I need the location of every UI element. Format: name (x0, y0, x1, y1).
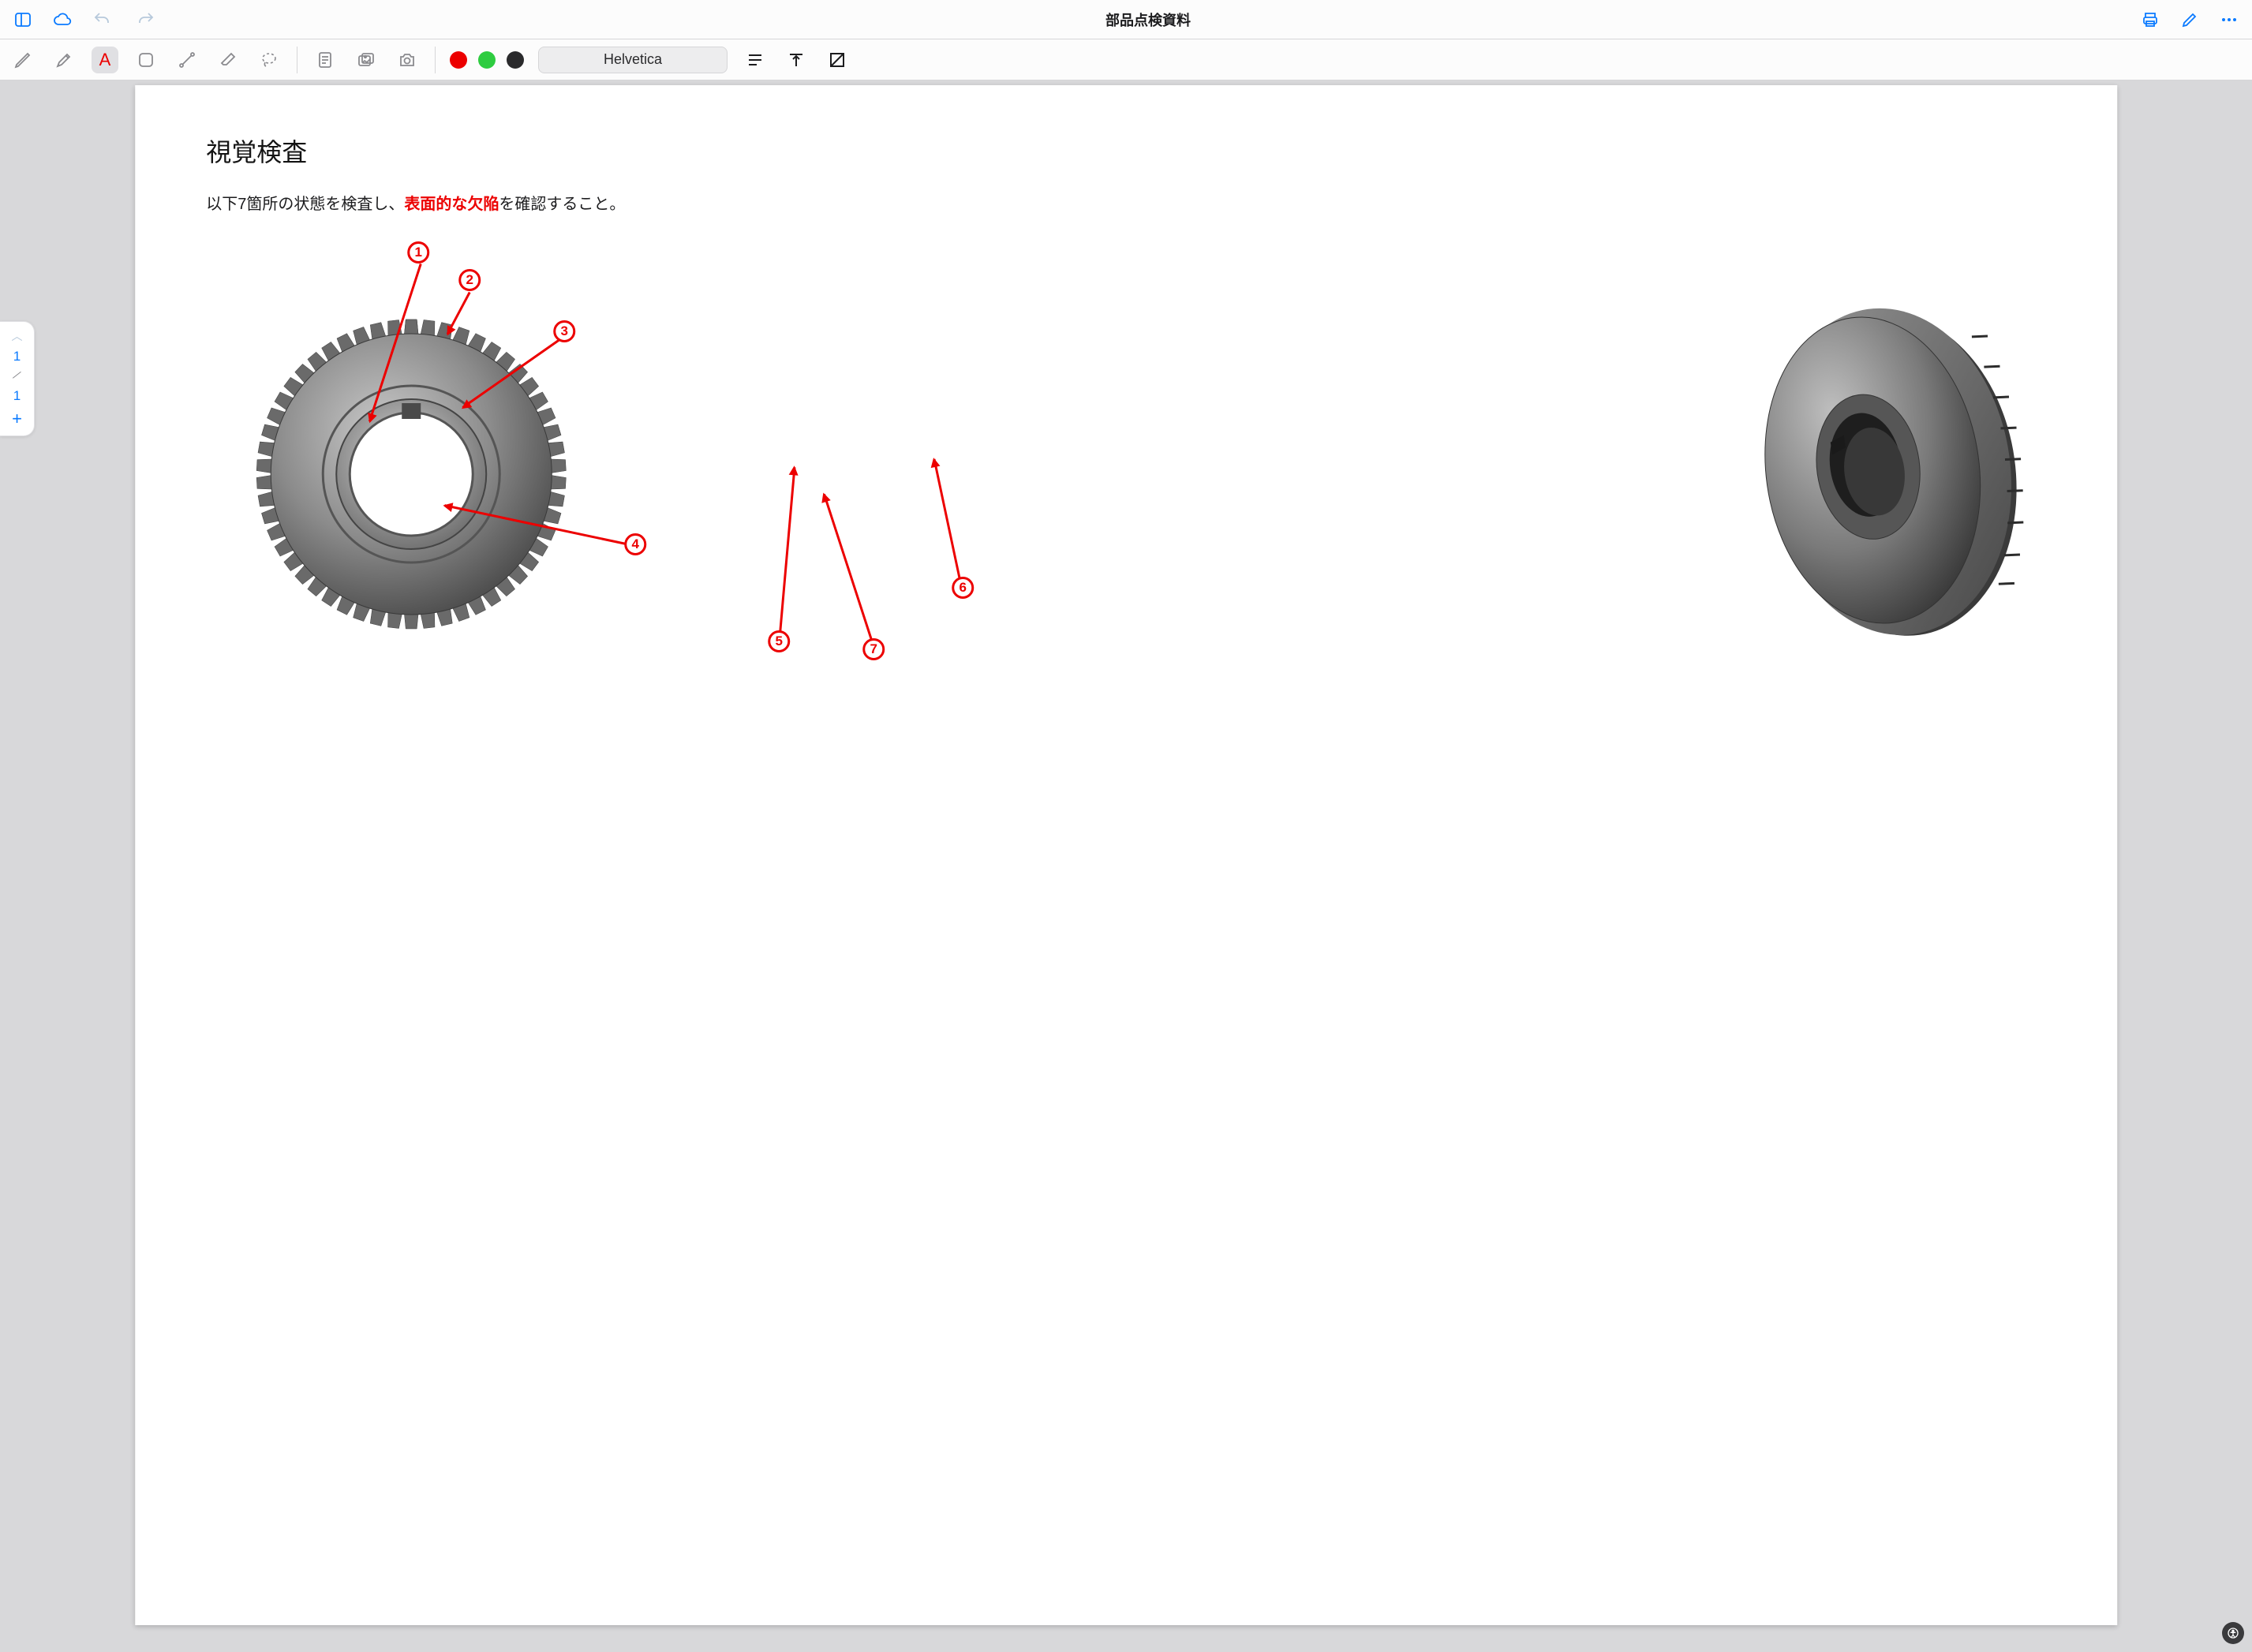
page-add-icon[interactable]: + (12, 409, 22, 429)
section-heading: 視覚検査 (206, 133, 2046, 169)
page-navigator: ︿ 1 ∕ 1 + (0, 321, 35, 436)
more-icon[interactable] (2217, 8, 2241, 32)
page-canvas[interactable]: 視覚検査 以下7箇所の状態を検査し、表面的な欠陥を確認すること。 (135, 85, 2117, 1625)
highlighter-tool-icon[interactable] (51, 47, 77, 73)
callout-6-line (933, 459, 962, 583)
color-swatch-red[interactable] (450, 51, 467, 69)
titlebar-left (11, 8, 158, 32)
color-swatches (450, 51, 524, 69)
callout-4: 4 (624, 533, 646, 555)
titlebar-right (2138, 8, 2241, 32)
section-text: 以下7箇所の状態を検査し、表面的な欠陥を確認すること。 (206, 191, 2046, 214)
page-current: 1 (13, 349, 21, 364)
align-top-icon[interactable] (783, 47, 810, 73)
font-selector[interactable]: Helvetica (538, 47, 728, 73)
callout-7: 7 (862, 638, 885, 660)
note-tool-icon[interactable] (312, 47, 339, 73)
text-tool[interactable]: A (92, 47, 118, 73)
lasso-tool-icon[interactable] (256, 47, 282, 73)
sidebar-toggle-icon[interactable] (11, 8, 35, 32)
callout-1: 1 (407, 241, 429, 263)
insert-tools (312, 47, 421, 73)
toolbar: A (0, 39, 2252, 80)
undo-icon[interactable] (90, 8, 114, 32)
align-tools (742, 47, 851, 73)
figure-area: 1 2 3 4 5 6 7 (206, 237, 2046, 679)
camera-tool-icon[interactable] (394, 47, 421, 73)
paragraph-align-icon[interactable] (742, 47, 769, 73)
gear-angled-image (1738, 285, 2030, 656)
work-area[interactable]: ︿ 1 ∕ 1 + 視覚検査 以下7箇所の状態を検査し、表面的な欠陥を確認するこ… (0, 80, 2252, 1652)
titlebar: 部品点検資料 (0, 0, 2252, 39)
eraser-tool-icon[interactable] (215, 47, 241, 73)
print-icon[interactable] (2138, 8, 2162, 32)
color-swatch-dark[interactable] (507, 51, 524, 69)
pen-tool-icon[interactable] (9, 47, 36, 73)
callout-2: 2 (458, 269, 481, 291)
color-swatch-green[interactable] (478, 51, 496, 69)
cloud-icon[interactable] (51, 8, 74, 32)
line-tool-icon[interactable] (174, 47, 200, 73)
image-tool-icon[interactable] (353, 47, 380, 73)
shape-tool-icon[interactable] (133, 47, 159, 73)
text-pre: 以下7箇所の状態を検査し、 (206, 196, 404, 213)
redo-icon[interactable] (134, 8, 158, 32)
callout-5-line (779, 467, 796, 636)
callout-3: 3 (553, 320, 575, 342)
toolbar-divider-2 (435, 47, 436, 73)
page-prev-icon[interactable]: ︿ (12, 328, 23, 344)
font-name: Helvetica (604, 51, 662, 68)
draw-tools: A (9, 47, 282, 73)
accessibility-corner-icon[interactable] (2222, 1622, 2244, 1644)
callout-7-line (823, 494, 874, 645)
no-border-icon[interactable] (824, 47, 851, 73)
edit-icon[interactable] (2178, 8, 2201, 32)
page-total: 1 (13, 388, 21, 404)
document-title: 部品点検資料 (167, 9, 2129, 30)
callout-6: 6 (952, 577, 974, 599)
callout-5: 5 (768, 630, 790, 652)
text-post: を確認すること。 (499, 196, 625, 213)
text-tool-glyph: A (99, 50, 111, 70)
text-highlight: 表面的な欠陥 (404, 196, 499, 213)
page-slash: ∕ (13, 369, 21, 383)
